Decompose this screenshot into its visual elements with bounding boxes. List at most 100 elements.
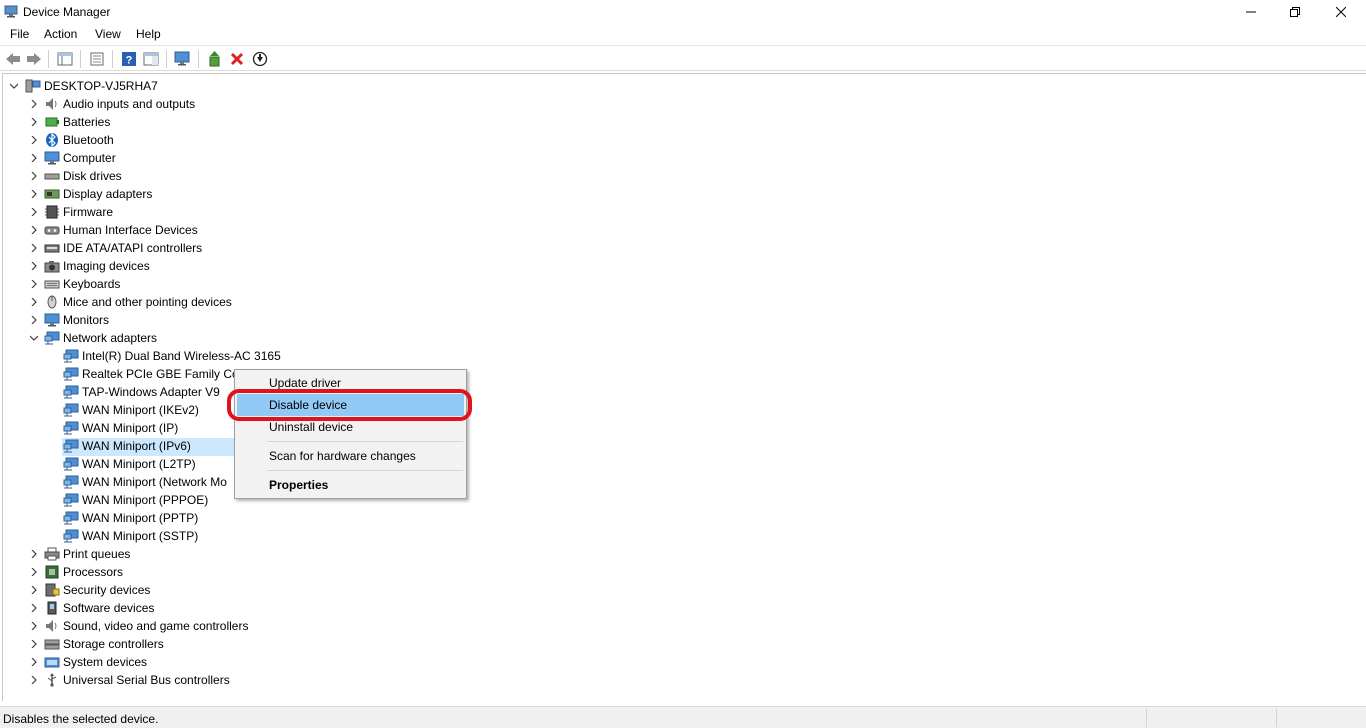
tree-category[interactable]: Print queues <box>63 545 130 563</box>
show-hide-console-tree-button[interactable] <box>55 49 75 68</box>
network-adapter-icon <box>63 457 79 471</box>
network-adapter-icon <box>63 421 79 435</box>
tree-category[interactable]: Network adapters <box>63 329 157 347</box>
network-adapter-icon <box>63 439 79 453</box>
bluetooth-icon <box>46 133 58 147</box>
update-driver-button[interactable] <box>205 49 225 68</box>
tree-category[interactable]: Audio inputs and outputs <box>63 95 195 113</box>
speaker-icon <box>46 620 57 632</box>
tree-category[interactable]: Computer <box>63 149 116 167</box>
tree-category[interactable]: IDE ATA/ATAPI controllers <box>63 239 202 257</box>
disable-device-button[interactable] <box>250 49 270 68</box>
chevron-right-icon[interactable] <box>30 550 38 558</box>
scan-hardware-button[interactable] <box>173 49 193 68</box>
chevron-right-icon[interactable] <box>30 208 38 216</box>
chevron-down-icon[interactable] <box>10 82 18 90</box>
camera-icon <box>44 261 60 273</box>
chevron-down-icon[interactable] <box>30 334 38 342</box>
tree-category[interactable]: Firmware <box>63 203 113 221</box>
chevron-right-icon[interactable] <box>30 154 38 162</box>
tree-category[interactable]: Storage controllers <box>63 635 164 653</box>
tree-device-network-adapter[interactable]: WAN Miniport (PPPOE) <box>82 491 208 509</box>
tree-category[interactable]: System devices <box>63 653 147 671</box>
close-button[interactable] <box>1318 0 1364 24</box>
toolbar-separator <box>198 50 199 68</box>
speaker-icon <box>46 98 57 110</box>
chevron-right-icon[interactable] <box>30 622 38 630</box>
chevron-right-icon[interactable] <box>30 604 38 612</box>
tree-category[interactable]: Software devices <box>63 599 154 617</box>
chevron-right-icon[interactable] <box>30 190 38 198</box>
tree-device-network-adapter[interactable]: WAN Miniport (Network Mo <box>82 473 227 491</box>
tree-category[interactable]: Keyboards <box>63 275 120 293</box>
network-adapter-icon <box>63 511 79 525</box>
chevron-right-icon[interactable] <box>30 280 38 288</box>
tree-device-network-adapter[interactable]: WAN Miniport (PPTP) <box>82 509 198 527</box>
help-button[interactable]: ? <box>119 49 139 68</box>
menu-view[interactable]: View <box>95 27 121 41</box>
menu-properties[interactable]: Properties <box>237 474 464 496</box>
tree-category[interactable]: Imaging devices <box>63 257 150 275</box>
hid-icon <box>44 226 60 235</box>
tree-device-network-adapter[interactable]: WAN Miniport (IKEv2) <box>82 401 199 419</box>
toolbar-separator <box>166 50 167 68</box>
help-icon: ? <box>122 51 136 66</box>
tree-category[interactable]: Mice and other pointing devices <box>63 293 232 311</box>
tree-device-network-adapter[interactable]: Intel(R) Dual Band Wireless-AC 3165 <box>82 347 281 365</box>
menu-action[interactable]: Action <box>44 27 77 41</box>
chevron-right-icon[interactable] <box>30 640 38 648</box>
chevron-right-icon[interactable] <box>30 316 38 324</box>
tree-device-network-adapter[interactable]: TAP-Windows Adapter V9 <box>82 383 220 401</box>
window-title: Device Manager <box>23 5 111 19</box>
toolbar-separator <box>80 50 81 68</box>
restore-button[interactable] <box>1272 0 1318 24</box>
chevron-right-icon[interactable] <box>30 262 38 270</box>
back-button[interactable] <box>3 49 23 68</box>
menu-scan-hardware[interactable]: Scan for hardware changes <box>237 445 464 467</box>
tree-device-network-adapter[interactable]: WAN Miniport (IP) <box>82 419 178 437</box>
network-adapter-icon <box>63 403 79 417</box>
menu-help[interactable]: Help <box>136 27 161 41</box>
tree-root-computer[interactable]: DESKTOP-VJ5RHA7 <box>44 77 158 95</box>
network-adapter-icon <box>63 493 79 507</box>
device-tree: DESKTOP-VJ5RHA7 Audio inputs and outputs B… <box>2 73 1366 701</box>
chevron-right-icon[interactable] <box>30 244 38 252</box>
chevron-right-icon[interactable] <box>30 658 38 666</box>
tree-device-network-adapter[interactable]: WAN Miniport (L2TP) <box>82 455 196 473</box>
chevron-right-icon[interactable] <box>30 298 38 306</box>
tree-category[interactable]: Sound, video and game controllers <box>63 617 248 635</box>
svg-text:?: ? <box>126 54 133 66</box>
mouse-icon <box>47 295 57 309</box>
uninstall-device-button[interactable] <box>227 49 247 68</box>
processor-icon <box>45 565 59 579</box>
tree-category[interactable]: Security devices <box>63 581 150 599</box>
tree-category[interactable]: Disk drives <box>63 167 122 185</box>
chevron-right-icon[interactable] <box>30 676 38 684</box>
chevron-right-icon[interactable] <box>30 568 38 576</box>
minimize-button[interactable] <box>1228 0 1274 24</box>
tree-category[interactable]: Batteries <box>63 113 110 131</box>
action-pane-button[interactable] <box>141 49 161 68</box>
tree-category[interactable]: Bluetooth <box>63 131 114 149</box>
tree-category[interactable]: Display adapters <box>63 185 152 203</box>
chevron-right-icon[interactable] <box>30 226 38 234</box>
forward-button[interactable] <box>24 49 44 68</box>
tree-device-network-adapter[interactable]: Realtek PCIe GBE Family Con <box>82 365 245 383</box>
chevron-right-icon[interactable] <box>30 586 38 594</box>
tree-category[interactable]: Human Interface Devices <box>63 221 198 239</box>
chevron-right-icon[interactable] <box>30 172 38 180</box>
tree-category[interactable]: Monitors <box>63 311 109 329</box>
tree-device-network-adapter[interactable]: WAN Miniport (SSTP) <box>82 527 198 545</box>
properties-button[interactable] <box>87 49 107 68</box>
status-divider <box>1276 709 1277 727</box>
update-driver-icon <box>209 50 220 66</box>
tree-device-network-adapter[interactable]: WAN Miniport (IPv6) <box>82 437 191 455</box>
tree-category[interactable]: Universal Serial Bus controllers <box>63 671 230 689</box>
tree-category[interactable]: Processors <box>63 563 123 581</box>
battery-icon <box>45 117 59 127</box>
chevron-right-icon[interactable] <box>30 118 38 126</box>
chevron-right-icon[interactable] <box>30 100 38 108</box>
menu-file[interactable]: File <box>10 27 29 41</box>
chevron-right-icon[interactable] <box>30 136 38 144</box>
ide-controller-icon <box>44 244 60 253</box>
